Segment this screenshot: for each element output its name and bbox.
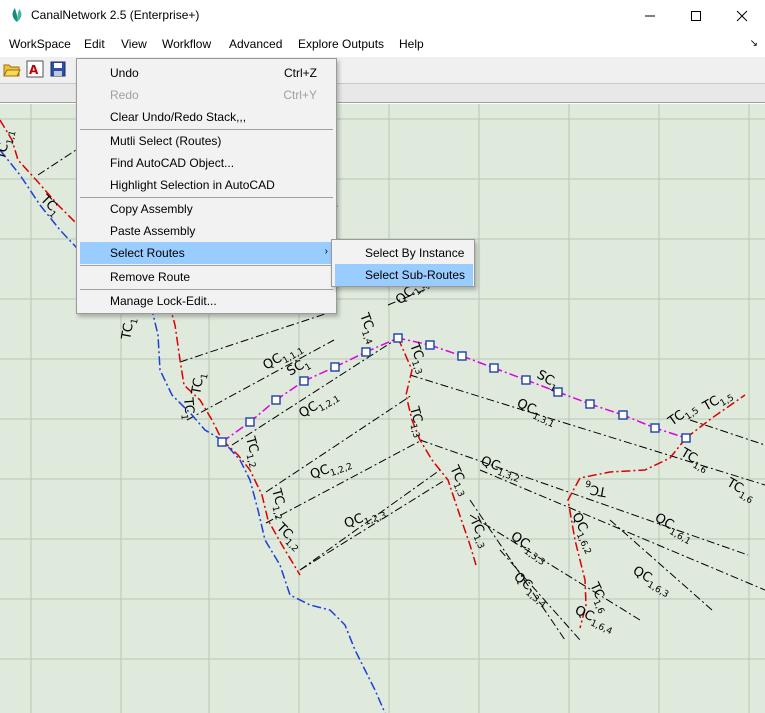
drawing-label: TC1,2	[270, 520, 305, 555]
drawing-label: QC1,6,3	[629, 563, 675, 600]
route-node-marker	[361, 347, 371, 357]
qc-line	[265, 439, 423, 524]
route-node-marker	[650, 423, 660, 433]
menu-item-select-sub-routes[interactable]: Select Sub-Routes	[335, 264, 473, 286]
tc-route-line	[397, 337, 477, 566]
drawing-label: TC1,5	[665, 399, 701, 432]
qc-line	[179, 309, 338, 363]
qc-line	[231, 341, 393, 446]
tc-route-line	[221, 439, 301, 576]
drawing-label: TC1,3	[463, 514, 493, 550]
route-node-marker	[299, 376, 309, 386]
open-folder-icon[interactable]	[3, 60, 21, 78]
menu-item-redo: Redo Ctrl+Y	[110, 88, 317, 102]
route-node-marker	[425, 340, 435, 350]
drawing-label: QC1,6,1	[651, 510, 697, 547]
route-node-marker	[681, 433, 691, 443]
menu-item-highlight-selection[interactable]: Highlight Selection in AutoCAD	[80, 174, 333, 196]
menu-item-manage-lock-edit[interactable]: Manage Lock-Edit...	[80, 290, 333, 312]
close-icon	[736, 10, 748, 21]
title-bar: CanalNetwork 2.5 (Enterprise+)	[0, 0, 765, 31]
leaf-icon	[12, 8, 22, 22]
close-button[interactable]	[719, 0, 765, 31]
menu-help[interactable]: Help	[399, 37, 424, 51]
menu-view[interactable]: View	[121, 37, 147, 51]
qc-line	[689, 419, 765, 446]
menu-explore-outputs[interactable]: Explore Outputs	[298, 37, 384, 51]
route-node-marker	[217, 437, 227, 447]
drawing-label: TC1,4	[353, 310, 381, 346]
route-node-marker	[330, 362, 340, 372]
drawing-label: QC1,6,2	[566, 510, 600, 556]
menu-bar: WorkSpace Edit View Workflow Advanced Ex…	[0, 31, 765, 57]
drawing-label: TC1,1	[0, 128, 19, 163]
menu-item-clear-undo-redo[interactable]: Clear Undo/Redo Stack,,,	[80, 106, 333, 128]
drawing-label: QC1,3,2	[478, 454, 524, 485]
drawing-label: TC6	[583, 477, 609, 499]
route-node-marker	[618, 410, 628, 420]
maximize-icon	[691, 10, 701, 21]
menu-workspace[interactable]: WorkSpace	[9, 37, 71, 51]
menu-item-undo[interactable]: Undo Ctrl+Z	[80, 62, 333, 84]
route-node-marker	[521, 375, 531, 385]
text-style-icon[interactable]: A	[26, 60, 44, 78]
select-routes-submenu: Select By Instance Select Sub-Routes	[331, 239, 475, 287]
menu-advanced[interactable]: Advanced	[229, 37, 282, 51]
minimize-button[interactable]	[627, 0, 673, 31]
route-node-marker	[271, 395, 281, 405]
qc-line	[469, 499, 566, 641]
menu-item-copy-assembly[interactable]: Copy Assembly	[80, 198, 333, 220]
chevron-right-icon: ›	[324, 246, 328, 257]
window-title: CanalNetwork 2.5 (Enterprise+)	[31, 8, 200, 22]
menu-item-find-autocad-object[interactable]: Find AutoCAD Object...	[80, 152, 333, 174]
menu-item-remove-route[interactable]: Remove Route	[80, 266, 333, 288]
route-node-marker	[585, 399, 595, 409]
drawing-label: TC1	[119, 316, 141, 342]
drawing-label: TC1,6	[722, 475, 759, 507]
drawing-label: TC1,3	[403, 404, 429, 439]
route-node-marker	[489, 363, 499, 373]
save-icon[interactable]	[49, 60, 67, 78]
svg-text:A: A	[29, 63, 39, 77]
drawing-label: TC1,5	[700, 386, 736, 417]
route-node-marker	[393, 333, 403, 343]
qc-line	[37, 149, 77, 176]
drawing-label: QC1,3,4	[509, 570, 553, 611]
qc-line	[469, 514, 641, 621]
menu-item-select-by-instance[interactable]: Select By Instance	[335, 242, 473, 264]
edit-menu: Undo Ctrl+Z Redo Ctrl+Y Clear Undo/Redo …	[76, 58, 337, 314]
menu-edit[interactable]: Edit	[84, 37, 105, 51]
restore-arrow-icon[interactable]: ↘	[750, 38, 758, 49]
route-node-marker	[245, 417, 255, 427]
menu-item-paste-assembly[interactable]: Paste Assembly	[80, 220, 333, 242]
route-markers[interactable]	[217, 333, 691, 447]
minimize-icon	[645, 15, 655, 16]
menu-item-multi-select[interactable]: Mutli Select (Routes)	[80, 130, 333, 152]
drawing-label: TC1	[189, 371, 211, 397]
menu-workflow[interactable]: Workflow	[162, 37, 211, 51]
menu-item-select-routes[interactable]: Select Routes ›	[80, 242, 333, 264]
drawing-label: TC1,6	[676, 445, 713, 477]
drawing-label: QC1,3,1	[513, 396, 559, 430]
route-node-marker	[457, 351, 467, 361]
maximize-button[interactable]	[673, 0, 719, 31]
drawing-label: TC1,2	[265, 486, 291, 521]
